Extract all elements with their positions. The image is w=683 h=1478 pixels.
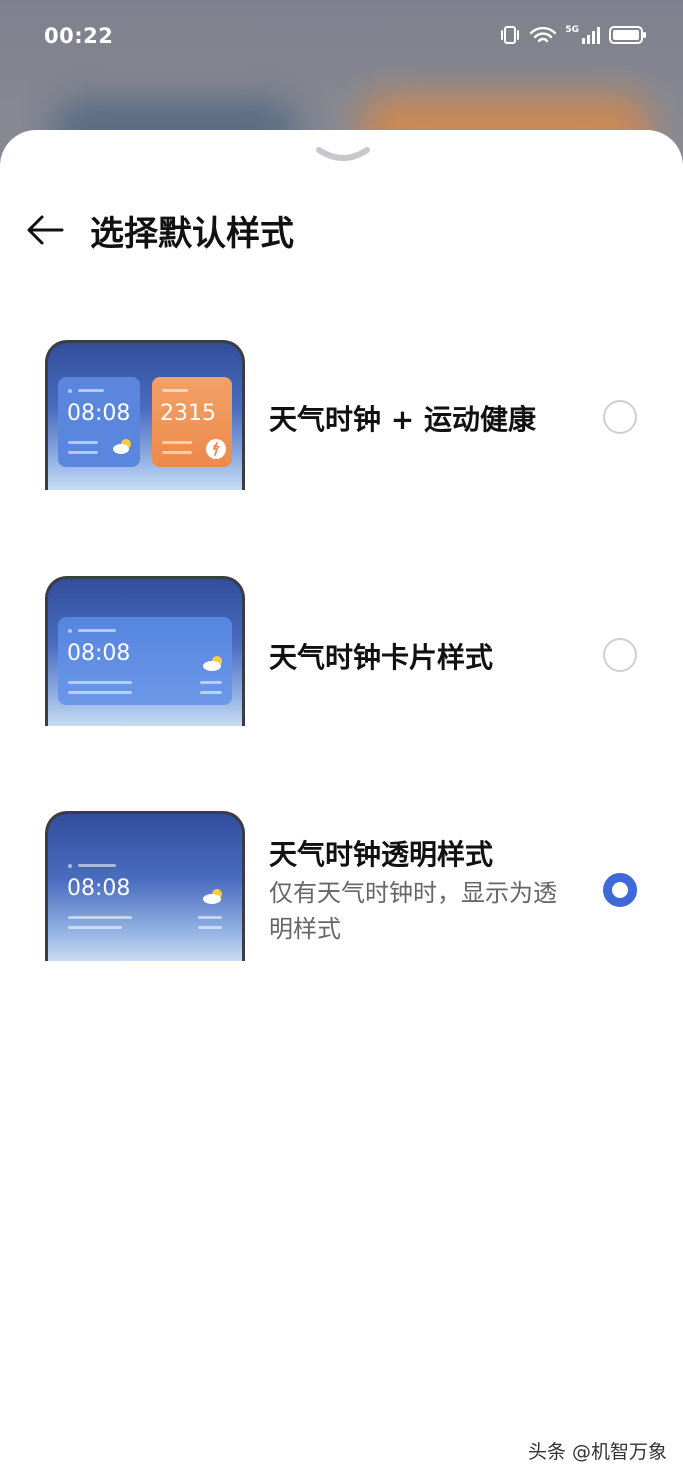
partly-cloudy-icon xyxy=(203,889,222,904)
radio-button-selected[interactable] xyxy=(603,873,637,907)
preview-thumbnail: 08:08 xyxy=(45,811,245,961)
preview-thumbnail: 08:08 xyxy=(45,576,245,726)
style-option-transparent[interactable]: 08:08 天气时钟透明样式 仅有天气时钟时，显示为透明样式 xyxy=(0,811,683,1001)
bottom-sheet: 选择默认样式 08:08 2315 天气时钟 + 运动健康 08:08 天气时钟… xyxy=(0,130,683,1478)
preview-clock: 08:08 xyxy=(67,401,131,426)
running-icon xyxy=(206,439,226,459)
status-icons: 5G xyxy=(499,24,647,46)
option-subtitle: 仅有天气时钟时，显示为透明样式 xyxy=(269,879,557,943)
transparent-widget-preview: 08:08 xyxy=(58,852,232,940)
sheet-header: 选择默认样式 xyxy=(0,200,683,260)
back-arrow-icon[interactable] xyxy=(24,208,68,252)
partly-cloudy-icon xyxy=(113,439,131,454)
cellular-signal-icon xyxy=(582,27,600,44)
option-title: 天气时钟 + 运动健康 xyxy=(269,403,536,436)
vibrate-icon xyxy=(501,26,520,44)
status-time: 00:22 xyxy=(44,24,114,48)
preview-thumbnail: 08:08 2315 xyxy=(45,340,245,490)
option-title: 天气时钟透明样式 xyxy=(269,838,494,871)
weather-card-preview: 08:08 xyxy=(58,617,232,705)
preview-clock: 08:08 xyxy=(67,876,131,901)
preview-clock: 08:08 xyxy=(67,641,131,666)
option-title: 天气时钟卡片样式 xyxy=(269,641,494,674)
wifi-icon xyxy=(530,26,557,43)
style-option-weather-health[interactable]: 08:08 2315 天气时钟 + 运动健康 xyxy=(0,340,683,500)
radio-button[interactable] xyxy=(603,638,637,672)
network-label: 5G xyxy=(565,25,579,35)
health-card-preview: 2315 xyxy=(152,377,232,467)
style-option-card[interactable]: 08:08 天气时钟卡片样式 xyxy=(0,576,683,736)
preview-steps: 2315 xyxy=(160,401,216,426)
chevron-down-icon[interactable] xyxy=(313,144,373,166)
page-title: 选择默认样式 xyxy=(90,214,294,254)
radio-button[interactable] xyxy=(603,400,637,434)
status-bar: 00:22 5G xyxy=(0,0,683,72)
battery-icon xyxy=(609,26,646,44)
partly-cloudy-icon xyxy=(203,656,222,671)
watermark: 头条 @机智万象 xyxy=(527,1441,667,1463)
weather-card-preview: 08:08 xyxy=(58,377,140,467)
